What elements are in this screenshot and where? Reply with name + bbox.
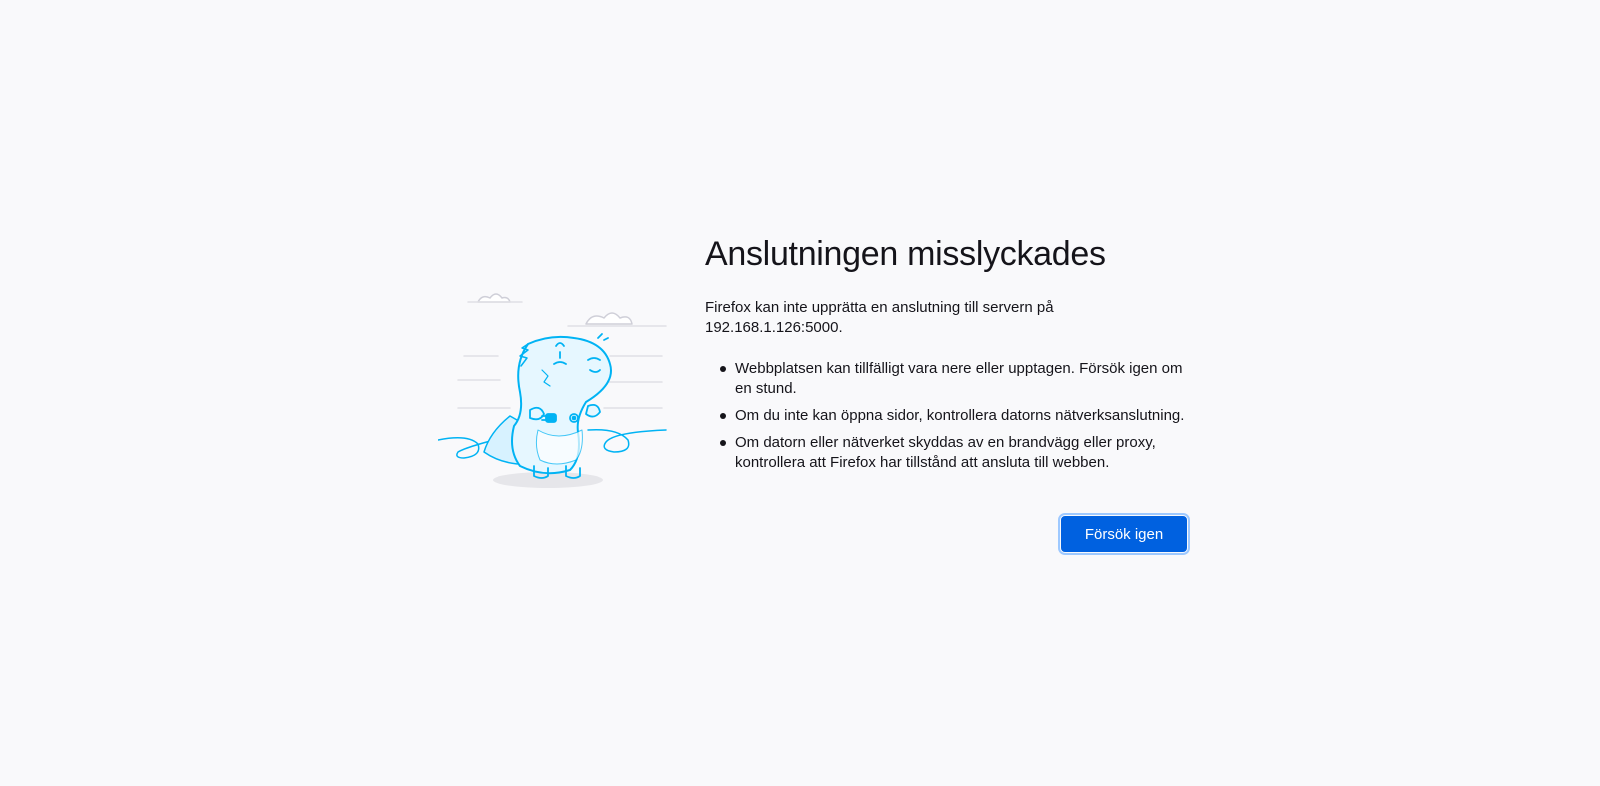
button-row: Försök igen	[1058, 513, 1190, 555]
tips-list: Webbplatsen kan tillfälligt vara nere el…	[705, 359, 1195, 473]
list-item: Webbplatsen kan tillfälligt vara nere el…	[720, 359, 1195, 399]
cloud-icon	[477, 293, 633, 325]
error-page: Anslutningen misslyckades Firefox kan in…	[0, 0, 1600, 786]
list-item: Om datorn eller nätverket skyddas av en …	[720, 433, 1195, 473]
error-content: Anslutningen misslyckades Firefox kan in…	[705, 230, 1195, 480]
error-description: Firefox kan inte upprätta en anslutning …	[705, 299, 1054, 336]
page-title: Anslutningen misslyckades	[705, 235, 1106, 273]
unplugged-dino-illustration	[437, 290, 678, 500]
retry-button[interactable]: Försök igen	[1058, 513, 1190, 555]
list-item: Om du inte kan öppna sidor, kontrollera …	[720, 406, 1195, 426]
